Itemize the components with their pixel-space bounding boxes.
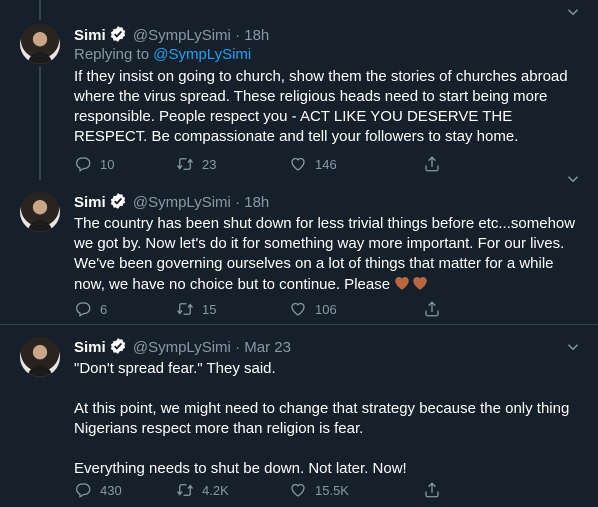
author-name[interactable]: Simi: [74, 194, 106, 211]
like-icon: [289, 300, 307, 318]
replying-to-link[interactable]: @SympLySimi: [153, 46, 251, 63]
avatar[interactable]: [20, 337, 60, 377]
reply-icon: [74, 155, 92, 173]
chevron-down-icon[interactable]: [564, 338, 582, 361]
verified-badge-icon: [109, 337, 127, 361]
reply-button[interactable]: 6: [74, 299, 176, 319]
share-button[interactable]: [423, 154, 463, 174]
avatar[interactable]: [20, 192, 60, 232]
separator-dot: ·: [235, 194, 241, 211]
retweet-icon: [176, 300, 194, 318]
tweet-body: If they insist on going to church, show …: [74, 68, 568, 145]
like-count: 106: [315, 301, 337, 317]
like-icon: [289, 481, 307, 499]
timestamp[interactable]: Mar 23: [244, 339, 291, 356]
tweet-body: The country has been shut down for less …: [74, 215, 576, 293]
reply-count: 10: [100, 156, 115, 172]
tweet-actions: 6 15 106: [74, 299, 510, 319]
tweet[interactable]: Simi @SympLySimi · 18h The country has b…: [0, 180, 598, 324]
replying-prefix: Replying to: [74, 46, 154, 63]
replying-to: Replying to @SympLySimi: [74, 45, 578, 65]
tweet-header: Simi @SympLySimi · Mar 23: [74, 337, 578, 357]
tweet-header: Simi @SympLySimi · 18h: [74, 25, 578, 45]
separator-dot: ·: [235, 27, 241, 44]
share-button[interactable]: [423, 480, 463, 500]
tweet-paragraph: Everything needs to shut be down. Not la…: [74, 460, 407, 477]
retweet-icon: [176, 155, 194, 173]
share-icon: [423, 155, 441, 173]
thread-connector: [39, 66, 41, 180]
share-icon: [423, 481, 441, 499]
chevron-down-icon[interactable]: [564, 170, 582, 193]
thread-connector: [39, 0, 41, 20]
tweet-actions: 430 4.2K 15.5K: [74, 480, 510, 500]
retweet-count: 23: [202, 156, 217, 172]
tweet[interactable]: Simi @SympLySimi · Mar 23 "Don't spread …: [0, 325, 598, 507]
tweet-paragraph: "Don't spread fear." They said.: [74, 360, 276, 377]
tweet-header: Simi @SympLySimi · 18h: [74, 192, 578, 212]
author-name[interactable]: Simi: [74, 27, 106, 44]
like-button[interactable]: 15.5K: [289, 480, 423, 500]
tweet-actions: 10 23 146: [74, 154, 510, 174]
share-button[interactable]: [423, 299, 463, 319]
retweet-button[interactable]: 23: [176, 154, 289, 174]
author-handle[interactable]: @SympLySimi: [133, 339, 231, 356]
reply-button[interactable]: 10: [74, 154, 176, 174]
reply-count: 430: [100, 482, 122, 498]
retweet-count: 4.2K: [202, 482, 229, 498]
timestamp[interactable]: 18h: [244, 27, 269, 44]
brown-heart-icon: [393, 274, 429, 298]
chevron-down-icon[interactable]: [564, 3, 582, 26]
verified-badge-icon: [109, 192, 127, 216]
author-handle[interactable]: @SympLySimi: [133, 27, 231, 44]
retweet-count: 15: [202, 301, 217, 317]
reply-button[interactable]: 430: [74, 480, 176, 500]
author-handle[interactable]: @SympLySimi: [133, 194, 231, 211]
retweet-button[interactable]: 4.2K: [176, 480, 289, 500]
timestamp[interactable]: 18h: [244, 194, 269, 211]
avatar[interactable]: [20, 24, 60, 64]
tweet-text: The country has been shut down for less …: [74, 214, 578, 298]
author-name[interactable]: Simi: [74, 339, 106, 356]
tweet-text: "Don't spread fear." They said. At this …: [74, 359, 578, 479]
like-button[interactable]: 106: [289, 299, 423, 319]
tweet-text: If they insist on going to church, show …: [74, 67, 578, 147]
like-count: 146: [315, 156, 337, 172]
share-icon: [423, 300, 441, 318]
retweet-button[interactable]: 15: [176, 299, 289, 319]
like-icon: [289, 155, 307, 173]
reply-count: 6: [100, 301, 108, 317]
tweet-paragraph: At this point, we might need to change t…: [74, 400, 570, 437]
reply-icon: [74, 481, 92, 499]
tweet[interactable]: Simi @SympLySimi · 18h Replying to @Symp…: [0, 0, 598, 180]
like-button[interactable]: 146: [289, 154, 423, 174]
like-count: 15.5K: [315, 482, 349, 498]
separator-dot: ·: [235, 339, 241, 356]
retweet-icon: [176, 481, 194, 499]
reply-icon: [74, 300, 92, 318]
